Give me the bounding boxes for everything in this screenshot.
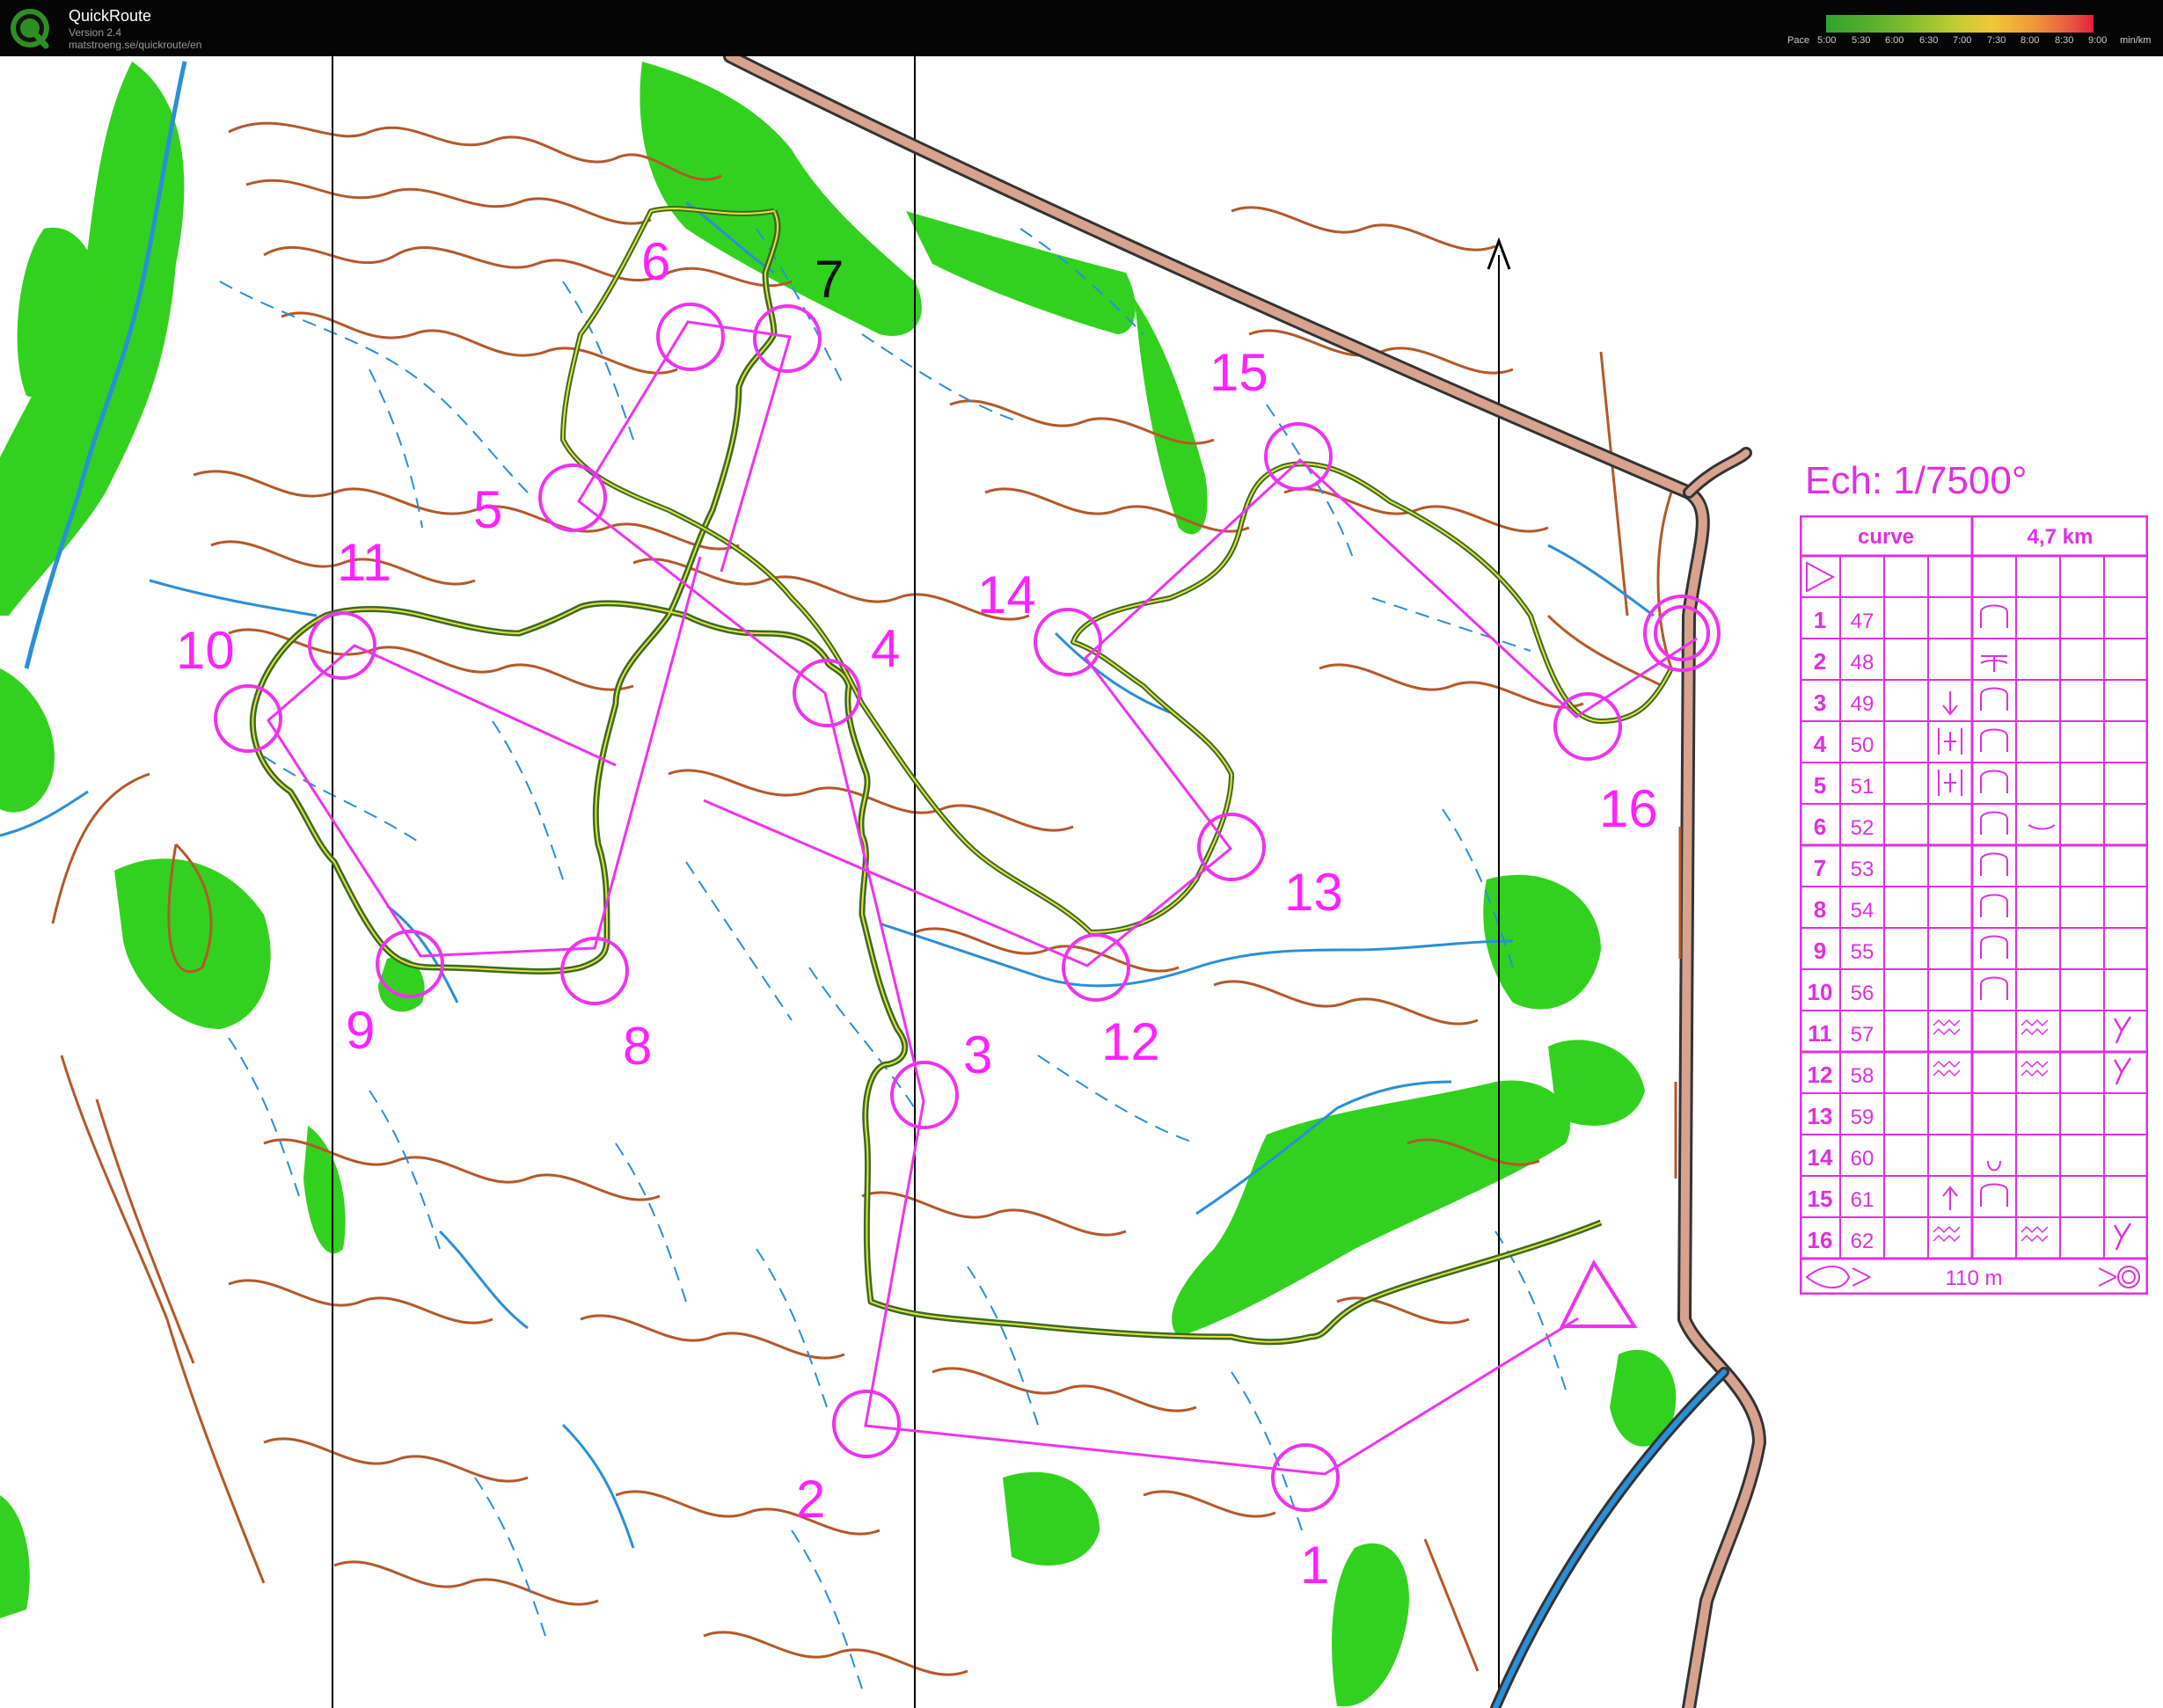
control-code: 48 bbox=[1851, 651, 1874, 675]
control-number: 2 bbox=[1814, 648, 1826, 675]
control-number: 9 bbox=[1814, 938, 1826, 964]
pace-tick: 5:30 bbox=[1852, 35, 1871, 46]
knoll-symbols bbox=[1980, 604, 2008, 1207]
pace-label: Pace bbox=[1787, 35, 1810, 46]
control-number: 13 bbox=[1808, 1103, 1833, 1129]
course-class: curve bbox=[1858, 525, 1914, 549]
control-number: 10 bbox=[1808, 979, 1833, 1005]
app-url: matstroeng.se/quickroute/en bbox=[69, 39, 202, 51]
app-version: Version 2.4 bbox=[69, 26, 122, 39]
control-label: 7 bbox=[815, 250, 844, 309]
pace-unit: min/km bbox=[2120, 35, 2152, 46]
control-code: 62 bbox=[1851, 1230, 1874, 1253]
control-label: 4 bbox=[871, 619, 900, 678]
control-number: 14 bbox=[1808, 1144, 1833, 1171]
title-bar: QuickRoute Version 2.4 matstroeng.se/qui… bbox=[0, 0, 2163, 56]
control-label: 1 bbox=[1300, 1536, 1329, 1595]
control-label: 12 bbox=[1101, 1012, 1160, 1071]
control-number: 12 bbox=[1808, 1062, 1833, 1088]
control-code: 55 bbox=[1851, 940, 1874, 964]
quickroute-logo-icon bbox=[11, 9, 49, 49]
control-label: 8 bbox=[623, 1017, 652, 1076]
finish-distance: 110 m bbox=[1946, 1266, 2003, 1290]
control-label: 10 bbox=[176, 621, 235, 680]
pace-tick: 8:00 bbox=[2021, 35, 2040, 46]
control-code: 61 bbox=[1851, 1188, 1874, 1212]
control-description-sheet: curve 4,7 km 1 47 2 48 3 49 4 50 5 51 6 … bbox=[1800, 515, 2148, 1295]
control-code: 49 bbox=[1851, 692, 1874, 716]
control-code: 60 bbox=[1851, 1147, 1874, 1171]
control-code: 53 bbox=[1851, 858, 1874, 881]
control-code: 50 bbox=[1851, 734, 1874, 757]
pace-color-gradient bbox=[1826, 15, 2094, 33]
control-number: 5 bbox=[1814, 772, 1826, 799]
control-number: 4 bbox=[1814, 731, 1827, 757]
control-code: 57 bbox=[1851, 1023, 1874, 1047]
control-number: 16 bbox=[1808, 1227, 1833, 1253]
control-label: 15 bbox=[1209, 343, 1268, 402]
control-code: 59 bbox=[1851, 1106, 1874, 1129]
control-number: 11 bbox=[1808, 1020, 1832, 1047]
control-code: 52 bbox=[1851, 816, 1874, 840]
control-label: 5 bbox=[473, 480, 502, 539]
pace-tick: 9:00 bbox=[2088, 35, 2108, 46]
control-number: 7 bbox=[1814, 855, 1826, 881]
pace-scale: Pace 5:00 5:30 6:00 6:30 7:00 7:30 8:00 … bbox=[1787, 35, 2157, 49]
pace-tick: 7:00 bbox=[1953, 35, 1972, 46]
pace-tick: 6:00 bbox=[1885, 35, 1904, 46]
control-label: 11 bbox=[337, 533, 391, 592]
pace-tick: 5:00 bbox=[1817, 35, 1837, 46]
control-label: 16 bbox=[1599, 779, 1658, 838]
control-code: 47 bbox=[1851, 609, 1874, 633]
app-title: QuickRoute bbox=[69, 7, 152, 25]
pace-tick: 7:30 bbox=[1987, 35, 2006, 46]
control-number: 3 bbox=[1814, 690, 1826, 716]
control-code: 51 bbox=[1851, 775, 1874, 799]
control-number: 15 bbox=[1808, 1186, 1833, 1212]
control-label: 9 bbox=[346, 1001, 375, 1060]
control-label: 3 bbox=[963, 1026, 992, 1084]
control-number: 1 bbox=[1814, 607, 1826, 633]
map-scale-title: Ech: 1/7500° bbox=[1805, 459, 2028, 502]
control-code: 58 bbox=[1851, 1064, 1874, 1088]
pace-tick: 6:30 bbox=[1919, 35, 1939, 46]
control-label: 6 bbox=[641, 232, 670, 291]
course-length: 4,7 km bbox=[2028, 525, 2094, 549]
control-label: 13 bbox=[1284, 863, 1343, 922]
control-code: 56 bbox=[1851, 982, 1874, 1005]
control-number: 8 bbox=[1814, 896, 1826, 923]
control-number: 6 bbox=[1814, 814, 1826, 840]
control-label: 2 bbox=[796, 1470, 825, 1529]
control-label: 14 bbox=[977, 566, 1036, 624]
pace-tick: 8:30 bbox=[2055, 35, 2074, 46]
control-code: 54 bbox=[1851, 899, 1874, 923]
